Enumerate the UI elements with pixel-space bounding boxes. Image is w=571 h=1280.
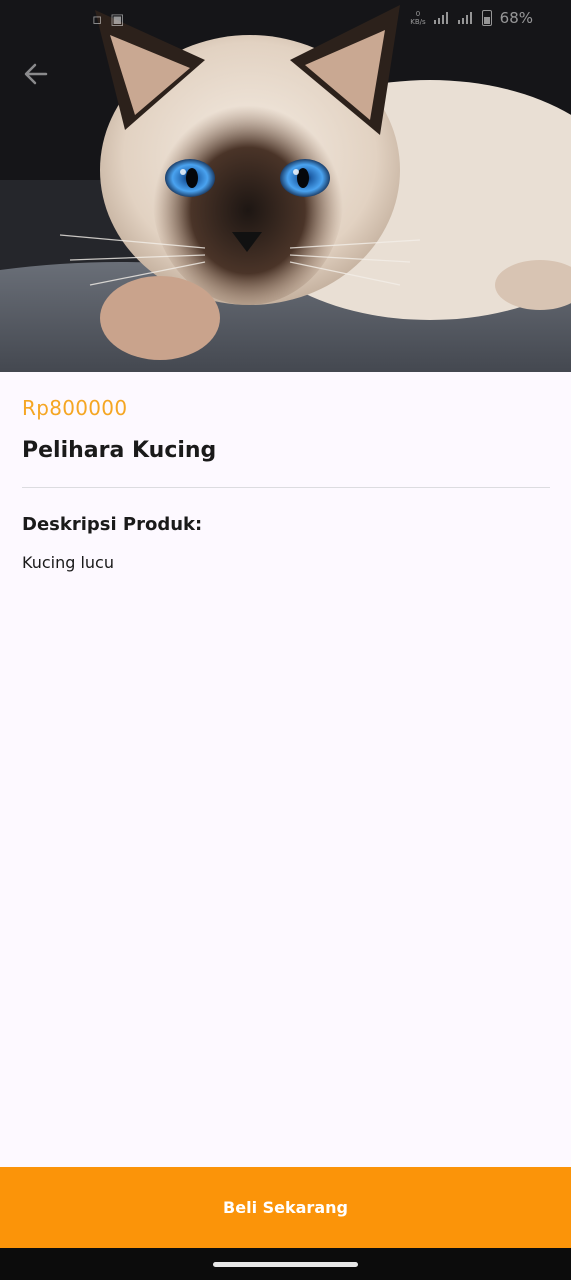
product-image: ▫ ▣ 0 KB/s 68%: [0, 0, 571, 372]
product-details: Rp800000 Pelihara Kucing Deskripsi Produ…: [22, 372, 550, 572]
divider: [22, 487, 550, 488]
description-heading: Deskripsi Produk:: [22, 514, 203, 535]
signal-icon-2: [457, 12, 474, 24]
product-name: Pelihara Kucing: [22, 438, 217, 463]
product-price: Rp800000: [22, 396, 128, 420]
screenshot-icon: ▣: [110, 10, 125, 28]
network-speed: 0 KB/s: [410, 10, 425, 26]
battery-icon: [481, 10, 492, 26]
battery-percent: 68%: [499, 9, 533, 27]
back-arrow-icon[interactable]: [22, 60, 54, 92]
signal-icon: [433, 12, 450, 24]
buy-now-button[interactable]: Beli Sekarang: [0, 1167, 571, 1248]
system-navigation-bar: [0, 1248, 571, 1280]
network-speed-value: 0: [415, 10, 421, 18]
network-speed-unit: KB/s: [410, 18, 426, 26]
home-indicator[interactable]: [213, 1262, 358, 1267]
notification-icon: ▫: [92, 10, 103, 28]
status-bar: ▫ ▣ 0 KB/s 68%: [0, 0, 571, 38]
cat-photo: [0, 0, 571, 372]
product-description: Kucing lucu: [22, 553, 114, 572]
buy-now-label: Beli Sekarang: [223, 1198, 348, 1217]
